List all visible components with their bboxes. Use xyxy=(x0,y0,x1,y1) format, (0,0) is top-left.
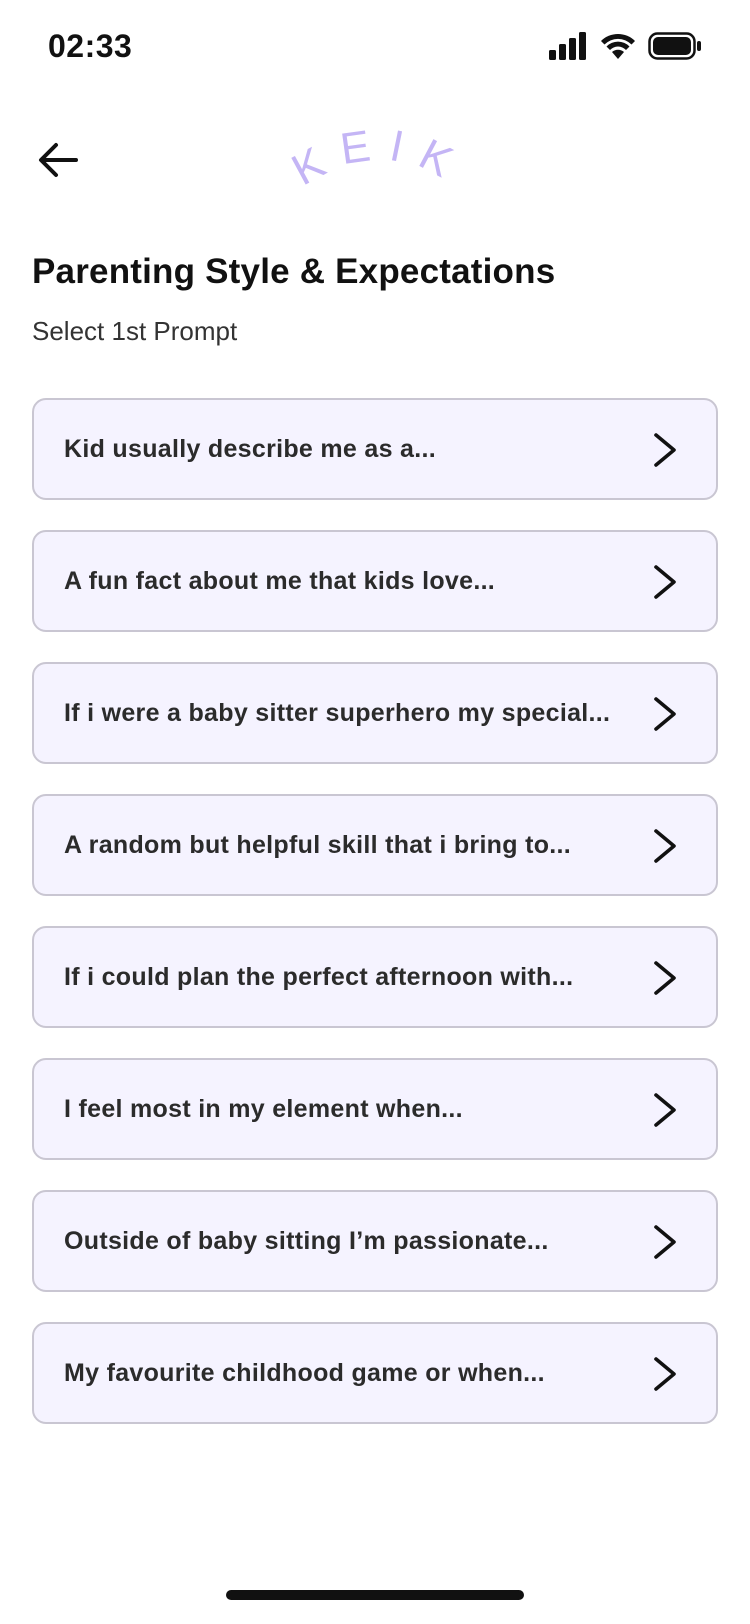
back-button[interactable] xyxy=(36,138,80,182)
prompt-option-3[interactable]: If i were a baby sitter superhero my spe… xyxy=(32,662,718,764)
svg-text:KEIKI: KEIKI xyxy=(290,120,470,195)
prompt-label: My favourite childhood game or when... xyxy=(64,1359,545,1387)
chevron-right-icon xyxy=(654,829,676,863)
prompt-option-7[interactable]: Outside of baby sitting I’m passionate..… xyxy=(32,1190,718,1292)
arrow-left-icon xyxy=(39,143,78,177)
prompt-label: I feel most in my element when... xyxy=(64,1095,463,1123)
top-nav: KEIKI xyxy=(0,120,750,210)
prompt-label: If i were a baby sitter superhero my spe… xyxy=(64,699,611,727)
status-bar: 02:33 xyxy=(0,0,750,96)
cellular-signal-icon xyxy=(549,32,586,60)
prompt-label: If i could plan the perfect afternoon wi… xyxy=(64,963,574,991)
prompt-option-5[interactable]: If i could plan the perfect afternoon wi… xyxy=(32,926,718,1028)
prompt-label: A random but helpful skill that i bring … xyxy=(64,831,572,859)
chevron-right-icon xyxy=(654,1225,676,1259)
prompt-list: Kid usually describe me as a... A fun fa… xyxy=(32,398,718,1454)
chevron-right-icon xyxy=(654,697,676,731)
home-indicator[interactable] xyxy=(226,1590,524,1600)
prompt-label: Outside of baby sitting I’m passionate..… xyxy=(64,1227,549,1255)
logo-text: KEIKI xyxy=(290,120,458,195)
status-icons xyxy=(548,32,702,60)
chevron-right-icon xyxy=(654,433,676,467)
chevron-right-icon xyxy=(654,1093,676,1127)
prompt-option-8[interactable]: My favourite childhood game or when... xyxy=(32,1322,718,1424)
chevron-right-icon xyxy=(654,565,676,599)
chevron-right-icon xyxy=(654,1357,676,1391)
page-subtitle: Select 1st Prompt xyxy=(32,316,238,346)
prompt-option-4[interactable]: A random but helpful skill that i bring … xyxy=(32,794,718,896)
wifi-icon xyxy=(601,33,635,59)
status-time: 02:33 xyxy=(48,28,133,64)
battery-icon xyxy=(648,32,701,60)
prompt-option-6[interactable]: I feel most in my element when... xyxy=(32,1058,718,1160)
prompt-option-1[interactable]: Kid usually describe me as a... xyxy=(32,398,718,500)
page-title: Parenting Style & Expectations xyxy=(32,252,556,291)
keiki-logo: KEIKI xyxy=(290,120,470,195)
chevron-right-icon xyxy=(654,961,676,995)
prompt-option-2[interactable]: A fun fact about me that kids love... xyxy=(32,530,718,632)
prompt-label: Kid usually describe me as a... xyxy=(64,435,436,463)
prompt-label: A fun fact about me that kids love... xyxy=(64,567,496,595)
